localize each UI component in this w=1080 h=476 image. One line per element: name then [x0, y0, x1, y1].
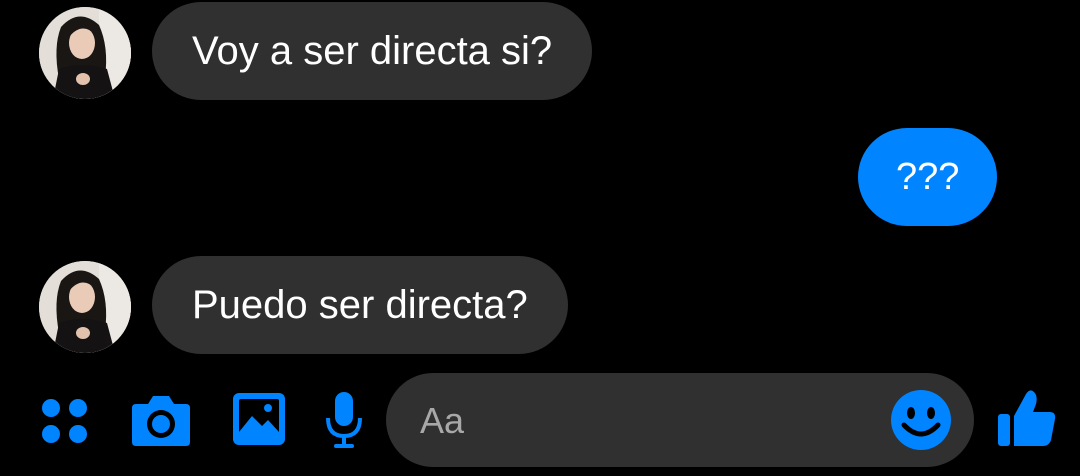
gallery-icon[interactable] [232, 392, 286, 446]
message-text: ??? [896, 156, 960, 198]
camera-icon[interactable] [130, 392, 192, 448]
message-bubble-incoming[interactable]: Voy a ser directa si? [152, 2, 593, 100]
message-input[interactable] [418, 373, 882, 469]
composer-bar [0, 370, 1080, 470]
message-text: Puedo ser directa? [192, 283, 528, 327]
message-input-container[interactable] [386, 373, 974, 469]
emoji-icon[interactable] [890, 389, 952, 451]
message-text: Voy a ser directa si? [192, 29, 553, 73]
contact-avatar[interactable] [39, 261, 131, 353]
thumbs-up-icon[interactable] [996, 388, 1058, 450]
microphone-icon[interactable] [324, 390, 364, 450]
chat-screen: Voy a ser directa si? ??? Puedo ser dire… [0, 0, 1080, 476]
message-bubble-outgoing[interactable]: ??? [858, 128, 998, 226]
menu-dots-icon[interactable] [38, 394, 92, 448]
contact-avatar[interactable] [39, 7, 131, 99]
message-bubble-incoming[interactable]: Puedo ser directa? [152, 256, 568, 354]
